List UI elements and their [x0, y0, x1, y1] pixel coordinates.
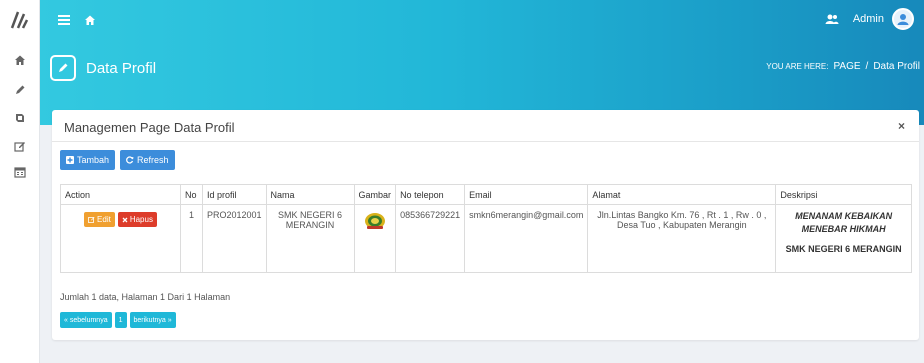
pencil-icon: [50, 55, 76, 81]
refresh-button[interactable]: Refresh: [120, 150, 175, 170]
panel-header: Managemen Page Data Profil ×: [52, 110, 919, 142]
panel-title: Managemen Page Data Profil: [64, 120, 235, 135]
profile-table: Action No Id profil Nama Gambar No telep…: [60, 184, 912, 273]
column-header: Alamat: [587, 184, 777, 205]
menu-icon[interactable]: [56, 12, 72, 28]
deskripsi-name: SMK NEGERI 6 MERANGIN: [785, 244, 902, 254]
school-logo-image: [364, 212, 386, 232]
table-header-row: Action No Id profil Nama Gambar No telep…: [60, 184, 912, 205]
breadcrumb-section[interactable]: PAGE: [833, 61, 860, 72]
home-icon[interactable]: [82, 12, 98, 28]
email-cell: smkn6merangin@gmail.com: [464, 204, 589, 273]
column-header: Deskripsi: [775, 184, 912, 205]
refresh-icon: [126, 156, 134, 164]
home-icon[interactable]: [12, 52, 28, 68]
alamat-cell: Jln.Lintas Bangko Km. 76 , Rt . 1 , Rw .…: [587, 204, 777, 273]
column-header: Id profil: [202, 184, 267, 205]
no-cell: 1: [180, 204, 203, 273]
prev-page-button[interactable]: « sebelumnya: [60, 312, 112, 328]
close-icon: [122, 217, 128, 223]
refresh-label: Refresh: [137, 155, 169, 165]
header: Admin Data Profil YOU ARE HERE: PAGE / D…: [40, 0, 924, 125]
pencil-icon[interactable]: [12, 82, 28, 98]
page-title: Data Profil: [86, 59, 157, 77]
close-icon[interactable]: ×: [898, 119, 905, 133]
tambah-label: Tambah: [77, 155, 110, 165]
action-cell: Edit Hapus: [60, 204, 181, 273]
edit-icon[interactable]: [12, 138, 28, 154]
logo-icon: [8, 8, 32, 32]
hapus-button[interactable]: Hapus: [117, 212, 157, 227]
page-1-button[interactable]: 1: [114, 312, 127, 328]
avatar[interactable]: [892, 8, 914, 30]
book-icon[interactable]: [12, 110, 28, 126]
pagination: « sebelumnya 1 berikutnya »: [60, 312, 176, 328]
calendar-icon[interactable]: [12, 164, 28, 180]
tambah-button[interactable]: Tambah: [60, 150, 116, 170]
sidebar: [0, 0, 40, 363]
id-profil-cell: PRO2012001: [202, 204, 267, 273]
pagination-info: Jumlah 1 data, Halaman 1 Dari 1 Halaman: [60, 292, 231, 302]
hapus-label: Hapus: [129, 215, 153, 224]
table-row: Edit Hapus 1 PRO2012001 SMK NEGERI 6 MER…: [60, 204, 912, 273]
telepon-cell: 085366729221: [395, 204, 466, 273]
data-panel: Managemen Page Data Profil × Tambah Refr…: [52, 110, 919, 340]
next-page-button[interactable]: berikutnya »: [129, 312, 176, 328]
deskripsi-cell: MENANAM KEBAIKAN MENEBAR HIKMAH SMK NEGE…: [775, 204, 912, 273]
edit-icon: [88, 216, 95, 223]
column-header: Email: [464, 184, 589, 205]
toolbar: Tambah Refresh: [60, 150, 175, 170]
column-header: No: [180, 184, 203, 205]
column-header: Gambar: [353, 184, 397, 205]
breadcrumb-current: Data Profil: [873, 61, 920, 72]
gambar-cell: [353, 204, 397, 273]
column-header: Action: [60, 184, 181, 205]
edit-label: Edit: [97, 215, 111, 224]
breadcrumb-prefix: YOU ARE HERE:: [766, 62, 829, 71]
users-icon[interactable]: [825, 13, 839, 25]
nama-cell: SMK NEGERI 6 MERANGIN: [265, 204, 355, 273]
edit-button[interactable]: Edit: [84, 212, 115, 227]
column-header: No telepon: [395, 184, 466, 205]
user-name[interactable]: Admin: [853, 13, 884, 25]
column-header: Nama: [265, 184, 355, 205]
deskripsi-motto: MENANAM KEBAIKAN MENEBAR HIKMAH: [795, 211, 893, 234]
breadcrumb-separator: /: [865, 61, 869, 72]
breadcrumb: YOU ARE HERE: PAGE / Data Profil: [766, 61, 920, 72]
plus-icon: [66, 156, 74, 164]
